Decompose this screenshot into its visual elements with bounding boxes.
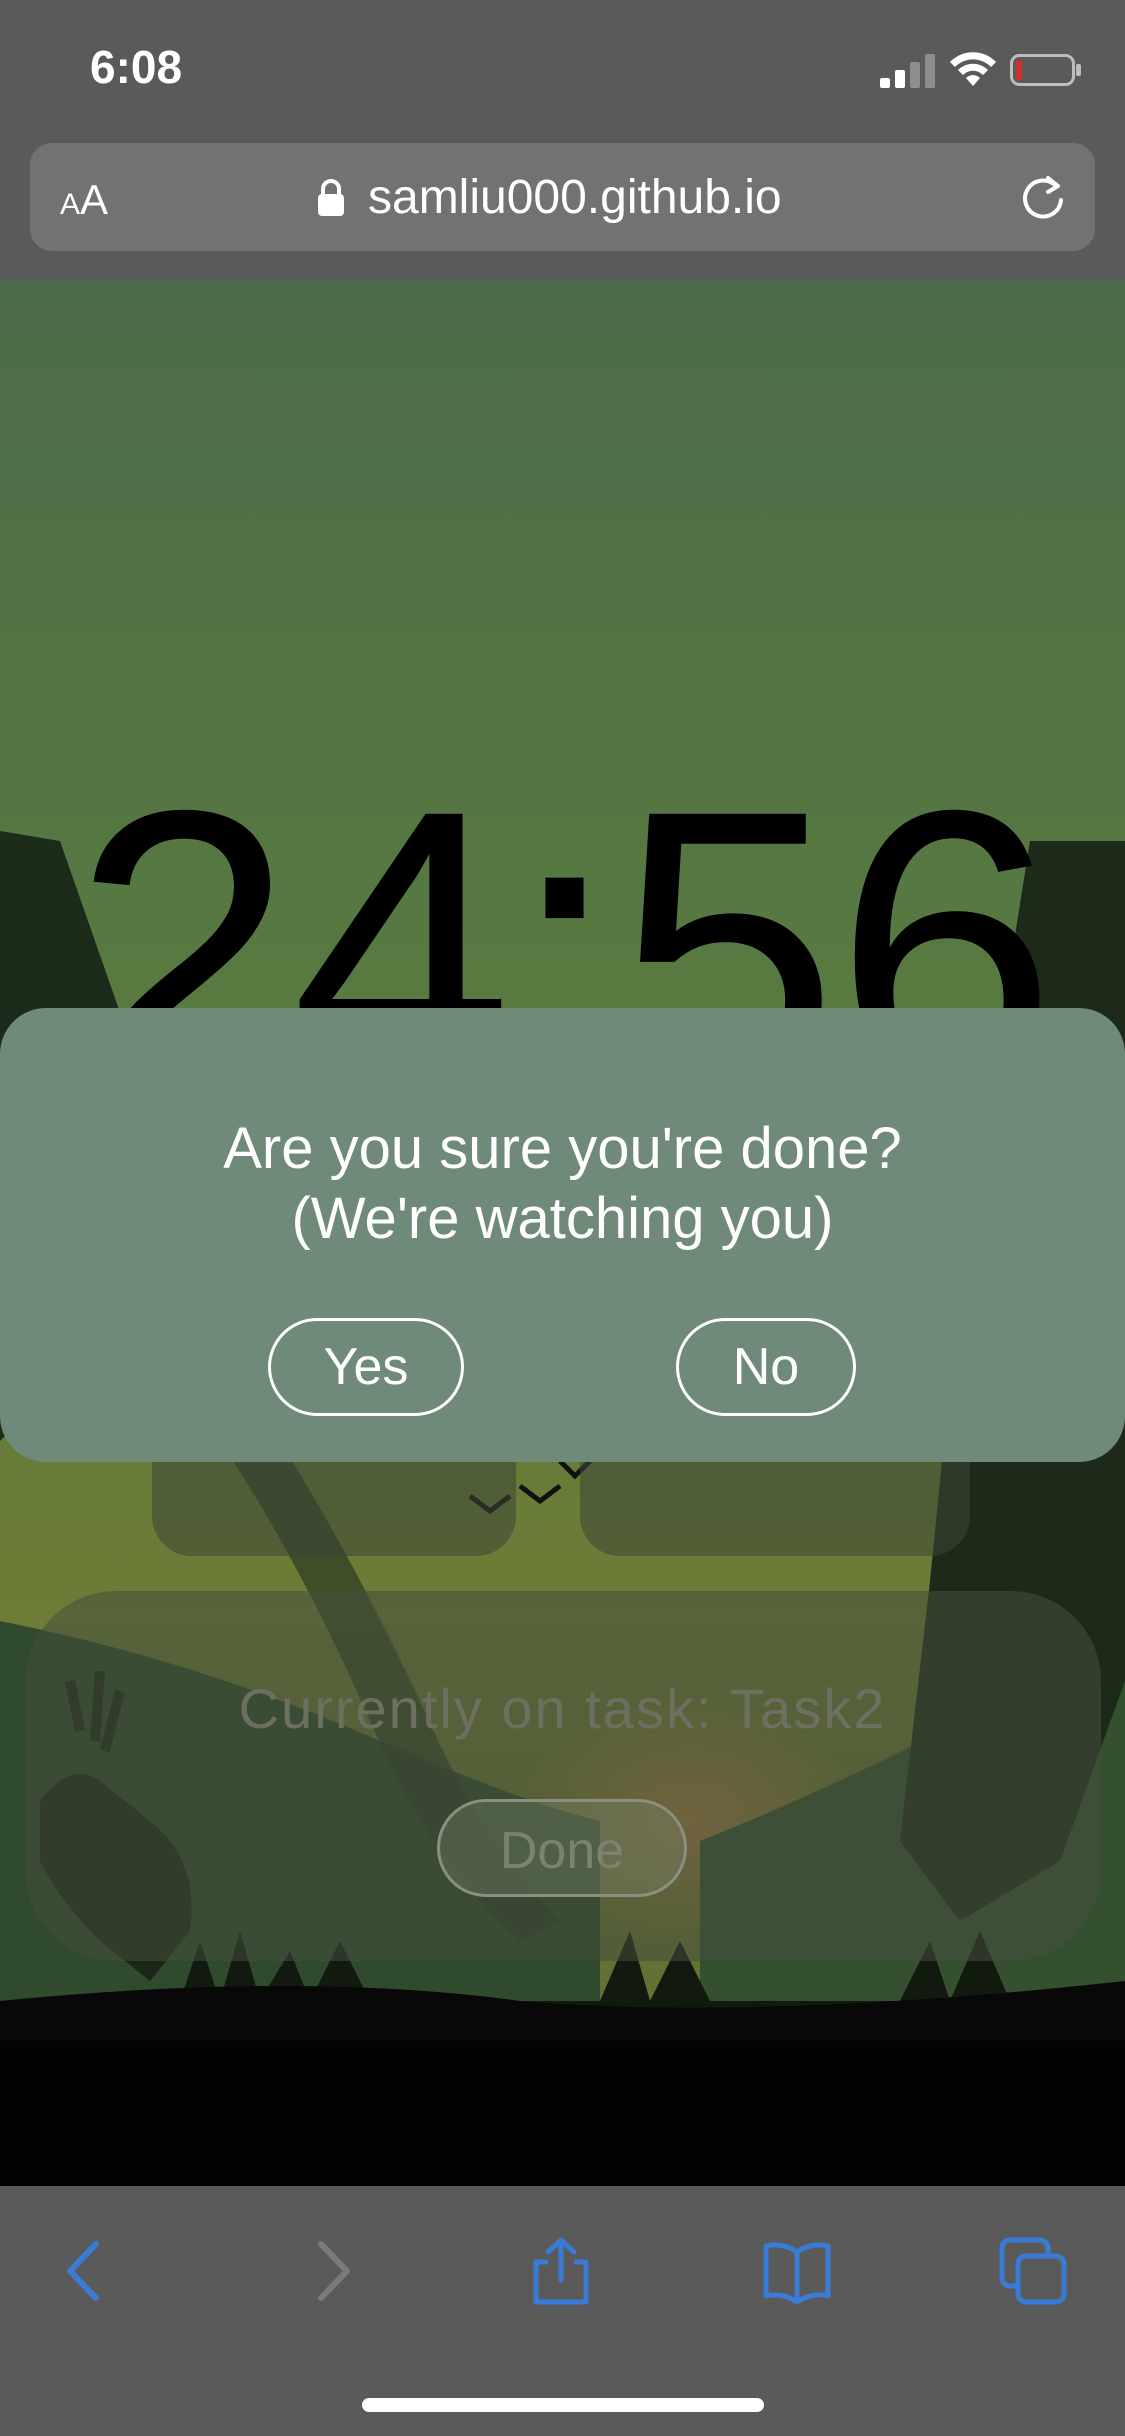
lock-icon [318, 179, 344, 216]
no-button[interactable]: No [676, 1318, 856, 1416]
home-indicator[interactable] [362, 2398, 764, 2412]
dialog-question: Are you sure you're done? [223, 1116, 902, 1181]
back-icon[interactable] [52, 2236, 122, 2306]
text-size-large-label: A [80, 176, 109, 223]
battery-low-icon [1010, 54, 1081, 86]
text-size-small-label: A [60, 188, 81, 221]
status-time: 6:08 [90, 41, 183, 93]
tabs-icon[interactable] [998, 2236, 1068, 2306]
url-text[interactable]: samliu000.github.io [368, 170, 782, 225]
current-task-label: Currently on task: Task2 [238, 1677, 887, 1740]
cellular-signal-icon [880, 54, 935, 88]
done-button[interactable]: Done [437, 1799, 687, 1897]
reload-icon[interactable] [1016, 172, 1070, 226]
wifi-icon [950, 52, 996, 86]
text-size-button[interactable]: AA [60, 176, 108, 224]
bookmarks-icon[interactable] [762, 2236, 832, 2306]
share-icon[interactable] [526, 2236, 596, 2306]
yes-button[interactable]: Yes [268, 1318, 464, 1416]
forward-icon[interactable] [295, 2236, 365, 2306]
dialog-subtext: (We're watching you) [291, 1186, 834, 1251]
task-panel [26, 1591, 1101, 1961]
